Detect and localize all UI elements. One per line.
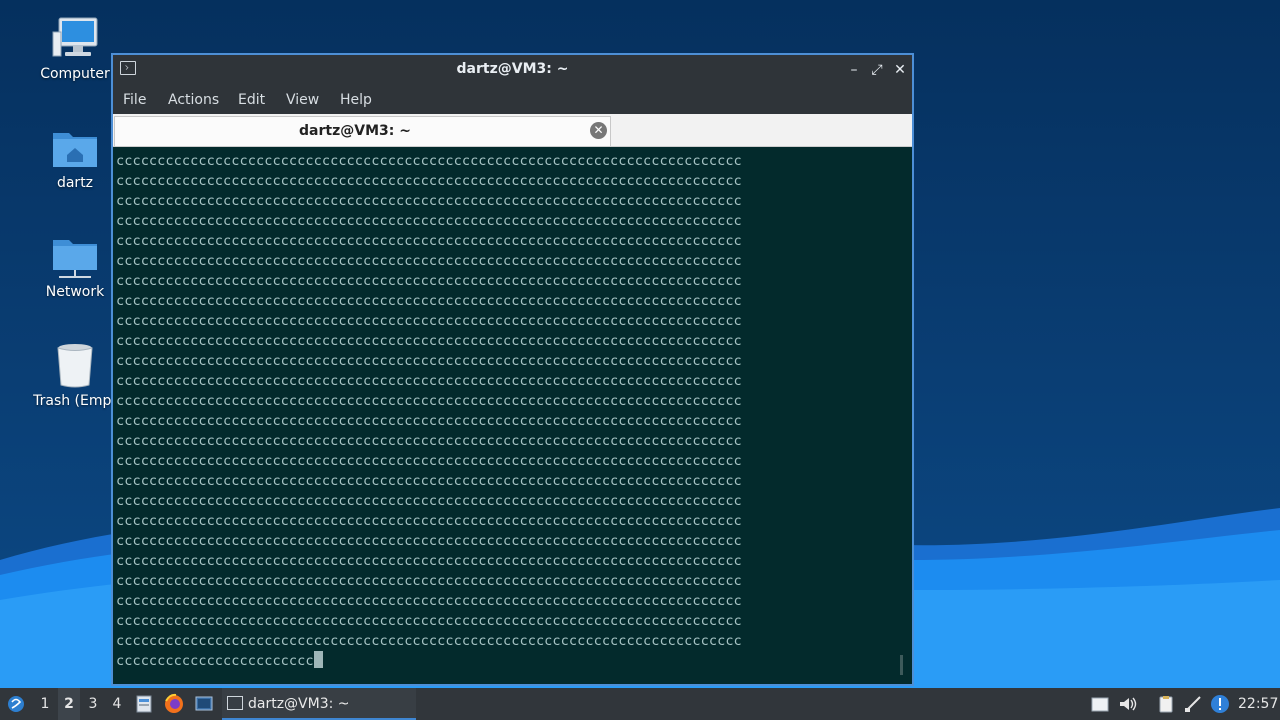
notification-icon[interactable] bbox=[1210, 694, 1230, 714]
desktop-icon-label: Computer bbox=[40, 66, 110, 82]
menu-help[interactable]: Help bbox=[340, 92, 372, 108]
trash-icon bbox=[57, 344, 93, 388]
terminal-line: cccccccccccccccccccccccccccccccccccccccc… bbox=[116, 533, 742, 549]
file-manager-icon[interactable] bbox=[134, 688, 154, 720]
desktop-icon-computer[interactable]: Computer bbox=[25, 14, 125, 82]
terminal-line: cccccccccccccccccccccccccccccccccccccccc… bbox=[116, 293, 742, 309]
taskbar-task-terminal[interactable]: dartz@VM3: ~ bbox=[222, 688, 416, 720]
desktop-icon-label: Trash (Empt bbox=[33, 393, 117, 409]
terminal-line: cccccccccccccccccccccccccccccccccccccccc… bbox=[116, 253, 742, 269]
terminal-line: cccccccccccccccccccccccccccccccccccccccc… bbox=[116, 413, 742, 429]
network-connection-icon[interactable] bbox=[1183, 694, 1203, 714]
desktop-switch-1[interactable]: 1 bbox=[34, 688, 56, 720]
tab-bar: dartz@VM3: ~ ✕ bbox=[113, 114, 912, 147]
menu-actions[interactable]: Actions bbox=[168, 92, 219, 108]
tab-terminal[interactable]: dartz@VM3: ~ ✕ bbox=[114, 116, 611, 146]
menu-view[interactable]: View bbox=[286, 92, 319, 108]
clipboard-icon[interactable] bbox=[1090, 694, 1110, 714]
terminal-line: cccccccccccccccccccccccccccccccccccccccc… bbox=[116, 153, 742, 169]
terminal-window[interactable]: dartz@VM3: ~ – ⤢ ✕ File Actions Edit Vie… bbox=[111, 53, 914, 686]
volume-icon[interactable] bbox=[1118, 694, 1138, 714]
desktop-icon-trash[interactable]: Trash (Empt bbox=[25, 341, 125, 409]
desktop-icon-network[interactable]: Network bbox=[25, 232, 125, 300]
home-folder-icon bbox=[53, 133, 97, 167]
menu-file[interactable]: File bbox=[123, 92, 146, 108]
terminal-line: cccccccccccccccccccccccccccccccccccccccc… bbox=[116, 433, 742, 449]
terminal-line: cccccccccccccccccccccccccccccccccccccccc… bbox=[116, 473, 742, 489]
terminal-line: cccccccccccccccccccccccccccccccccccccccc… bbox=[116, 513, 742, 529]
firefox-icon[interactable] bbox=[163, 688, 185, 720]
computer-icon bbox=[52, 17, 98, 57]
menubar: File Actions Edit View Help bbox=[113, 85, 912, 114]
tab-close-icon[interactable]: ✕ bbox=[590, 122, 607, 139]
terminal-cursor bbox=[313, 651, 323, 668]
terminal-output[interactable]: cccccccccccccccccccccccccccccccccccccccc… bbox=[113, 147, 912, 684]
terminal-line: cccccccccccccccccccccccccccccccccccccccc… bbox=[116, 613, 742, 629]
terminal-line: cccccccccccccccccccccccccccccccccccccccc… bbox=[116, 273, 742, 289]
clock: 22:57 bbox=[1238, 696, 1279, 712]
terminal-line: cccccccccccccccccccccccccccccccccccccccc… bbox=[116, 233, 742, 249]
terminal-line: cccccccccccccccccccccccccccccccccccccccc… bbox=[116, 173, 742, 189]
close-button[interactable]: ✕ bbox=[890, 60, 910, 80]
taskbar: 1 2 3 4 dartz@VM3: ~ 22:57 bbox=[0, 688, 1280, 720]
terminal-line: cccccccccccccccccccccccccccccccccccccccc… bbox=[116, 633, 742, 649]
terminal-line: cccccccccccccccccccccccccccccccccccccccc… bbox=[116, 593, 742, 609]
tab-title: dartz@VM3: ~ bbox=[299, 123, 411, 139]
task-label: dartz@VM3: ~ bbox=[248, 696, 350, 712]
terminal-line: cccccccccccccccccccccccccccccccccccccccc… bbox=[116, 353, 742, 369]
desktop-icon-label: Network bbox=[45, 284, 105, 300]
maximize-button[interactable]: ⤢ bbox=[867, 60, 887, 80]
terminal-line: cccccccccccccccccccccccccccccccccccccccc… bbox=[116, 553, 742, 569]
terminal-line: cccccccccccccccccccccccccccccccccccccccc… bbox=[116, 393, 742, 409]
clipboard-manager-icon[interactable] bbox=[1156, 694, 1176, 714]
terminal-line: cccccccccccccccccccccccccccccccccccccccc… bbox=[116, 213, 742, 229]
terminal-icon bbox=[227, 696, 243, 710]
terminal-line: cccccccccccccccccccccccccccccccccccccccc… bbox=[116, 493, 742, 509]
terminal-line: cccccccccccccccccccccccccccccccccccccccc… bbox=[116, 313, 742, 329]
terminal-scrollbar[interactable] bbox=[900, 655, 903, 675]
menu-edit[interactable]: Edit bbox=[238, 92, 265, 108]
window-title: dartz@VM3: ~ bbox=[456, 61, 569, 77]
terminal-line: cccccccccccccccccccccccccccccccccccccccc… bbox=[116, 373, 742, 389]
terminal-text: cccccccccccccccccccccccccccccccccccccccc… bbox=[116, 151, 896, 671]
terminal-line: cccccccccccccccccccccccccccccccccccccccc… bbox=[116, 333, 742, 349]
desktop-switch-3[interactable]: 3 bbox=[82, 688, 104, 720]
desktop-icon-home[interactable]: dartz bbox=[25, 123, 125, 191]
window-titlebar[interactable]: dartz@VM3: ~ – ⤢ ✕ bbox=[113, 55, 912, 85]
app-menu-icon[interactable] bbox=[6, 688, 26, 720]
desktop-switch-4[interactable]: 4 bbox=[106, 688, 128, 720]
desktop-show-icon[interactable] bbox=[194, 688, 214, 720]
terminal-line: cccccccccccccccccccccccc bbox=[116, 651, 896, 671]
desktop-icon-label: dartz bbox=[56, 175, 94, 191]
terminal-line: cccccccccccccccccccccccccccccccccccccccc… bbox=[116, 193, 742, 209]
network-folder-icon bbox=[53, 240, 97, 278]
minimize-button[interactable]: – bbox=[844, 60, 864, 80]
desktop-switch-2[interactable]: 2 bbox=[58, 688, 80, 720]
terminal-line: cccccccccccccccccccccccccccccccccccccccc… bbox=[116, 453, 742, 469]
terminal-line: cccccccccccccccccccccccccccccccccccccccc… bbox=[116, 573, 742, 589]
